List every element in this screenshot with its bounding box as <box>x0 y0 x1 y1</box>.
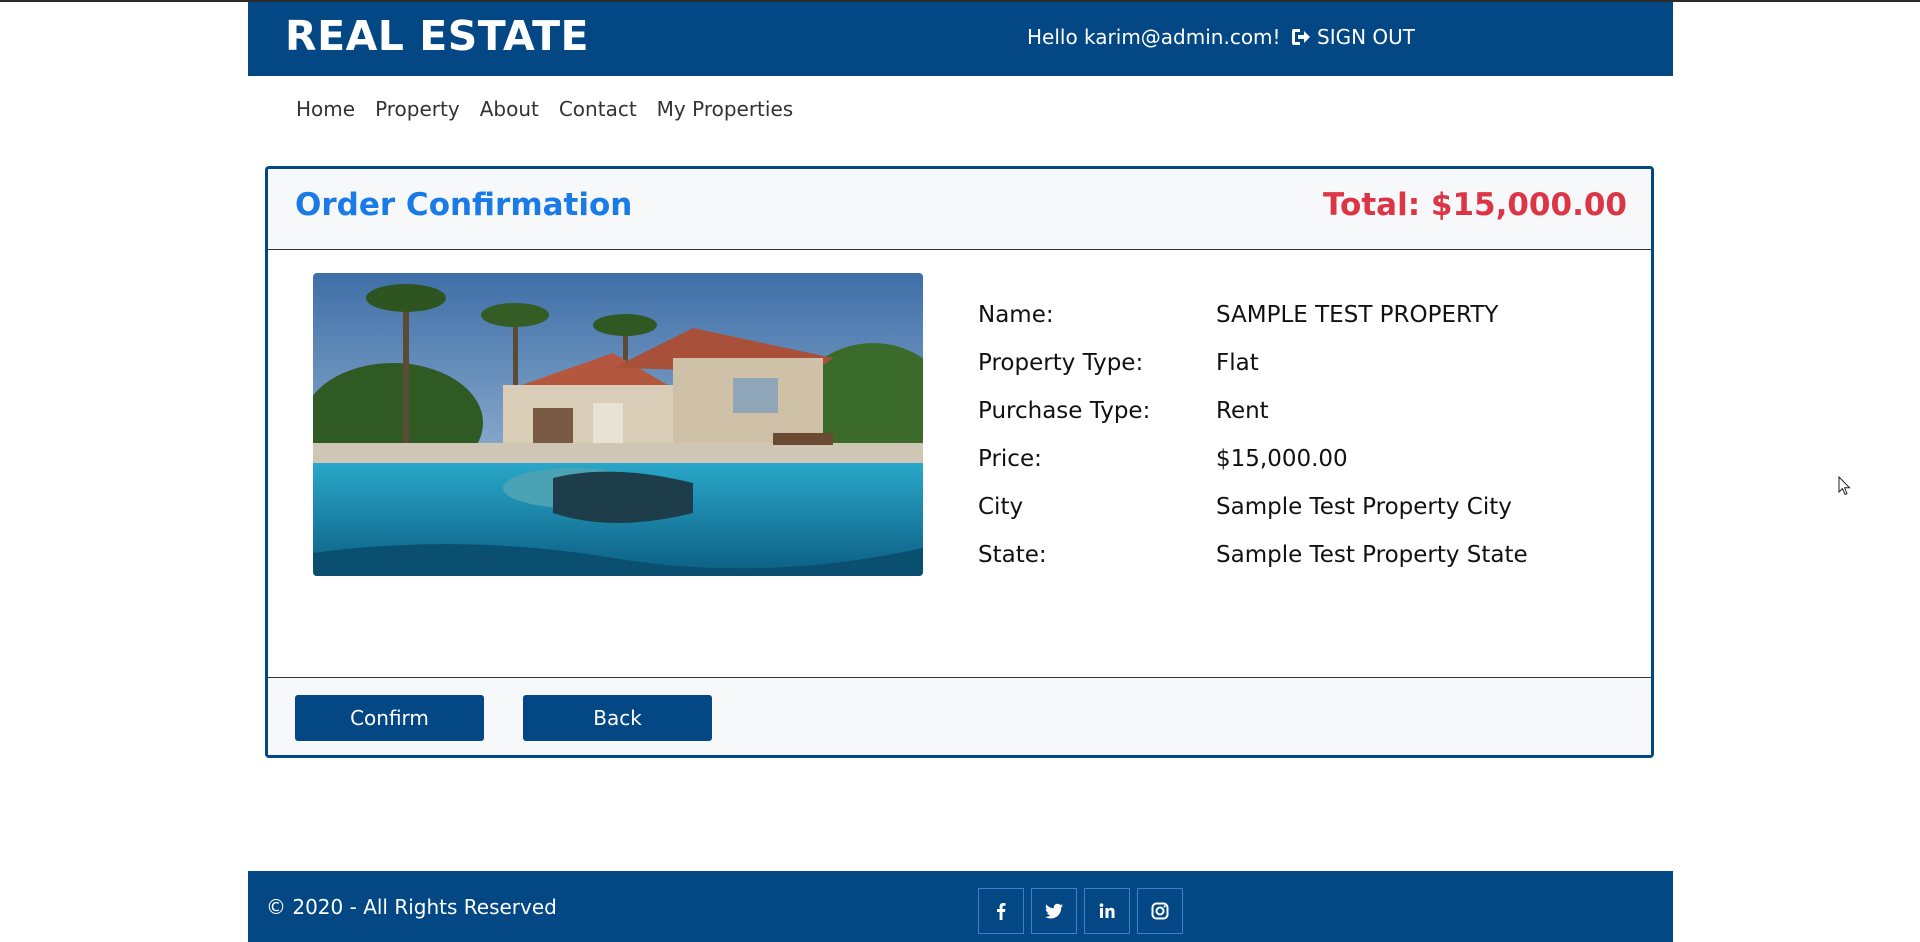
nav-item-property[interactable]: Property <box>375 97 460 121</box>
nav-item-contact[interactable]: Contact <box>559 97 637 121</box>
user-greeting: Hello karim@admin.com! <box>1027 25 1281 49</box>
sign-out-icon <box>1292 29 1310 45</box>
detail-value: SAMPLE TEST PROPERTY <box>1216 302 1499 328</box>
detail-label: Property Type: <box>978 350 1144 376</box>
instagram-link[interactable] <box>1137 888 1183 934</box>
main-nav: Home Property About Contact My Propertie… <box>296 97 793 121</box>
detail-value: Rent <box>1216 398 1269 424</box>
nav-item-home[interactable]: Home <box>296 97 355 121</box>
detail-row-state: State: Sample Test Property State <box>978 542 1528 590</box>
sign-out-label: SIGN OUT <box>1317 25 1416 49</box>
page-title: Order Confirmation <box>295 187 633 223</box>
instagram-icon <box>1151 902 1169 920</box>
twitter-icon <box>1045 903 1063 919</box>
detail-label: Name: <box>978 302 1054 328</box>
social-links <box>978 888 1183 934</box>
linkedin-link[interactable] <box>1084 888 1130 934</box>
site-header: REAL ESTATE Hello karim@admin.com! SIGN … <box>248 2 1673 76</box>
facebook-link[interactable] <box>978 888 1024 934</box>
nav-item-about[interactable]: About <box>480 97 539 121</box>
detail-label: Purchase Type: <box>978 398 1151 424</box>
order-confirmation-card: Order Confirmation Total: $15,000.00 Nam… <box>265 166 1654 758</box>
property-image <box>313 273 923 576</box>
detail-row-purchase-type: Purchase Type: Rent <box>978 398 1528 446</box>
card-header: Order Confirmation Total: $15,000.00 <box>268 169 1651 250</box>
detail-row-city: City Sample Test Property City <box>978 494 1528 542</box>
confirm-button[interactable]: Confirm <box>295 695 484 741</box>
detail-label: Price: <box>978 446 1042 472</box>
detail-value: Sample Test Property State <box>1216 542 1528 568</box>
twitter-link[interactable] <box>1031 888 1077 934</box>
brand-logo[interactable]: REAL ESTATE <box>285 12 589 60</box>
order-total: Total: $15,000.00 <box>1323 187 1627 223</box>
linkedin-icon <box>1099 903 1115 918</box>
facebook-icon <box>997 903 1006 920</box>
sign-out-link[interactable]: SIGN OUT <box>1291 25 1415 49</box>
detail-row-name: Name: SAMPLE TEST PROPERTY <box>978 302 1528 350</box>
detail-label: City <box>978 494 1024 520</box>
detail-label: State: <box>978 542 1047 568</box>
detail-value: $15,000.00 <box>1216 446 1348 472</box>
detail-value: Sample Test Property City <box>1216 494 1512 520</box>
mouse-cursor-icon <box>1838 476 1851 496</box>
site-footer: © 2020 - All Rights Reserved <box>248 871 1673 942</box>
copyright-text: © 2020 - All Rights Reserved <box>266 895 557 919</box>
nav-item-my-properties[interactable]: My Properties <box>657 97 794 121</box>
card-footer: Confirm Back <box>268 677 1651 755</box>
detail-value: Flat <box>1216 350 1259 376</box>
detail-row-property-type: Property Type: Flat <box>978 350 1528 398</box>
property-details: Name: SAMPLE TEST PROPERTY Property Type… <box>978 302 1528 590</box>
back-button[interactable]: Back <box>523 695 712 741</box>
detail-row-price: Price: $15,000.00 <box>978 446 1528 494</box>
